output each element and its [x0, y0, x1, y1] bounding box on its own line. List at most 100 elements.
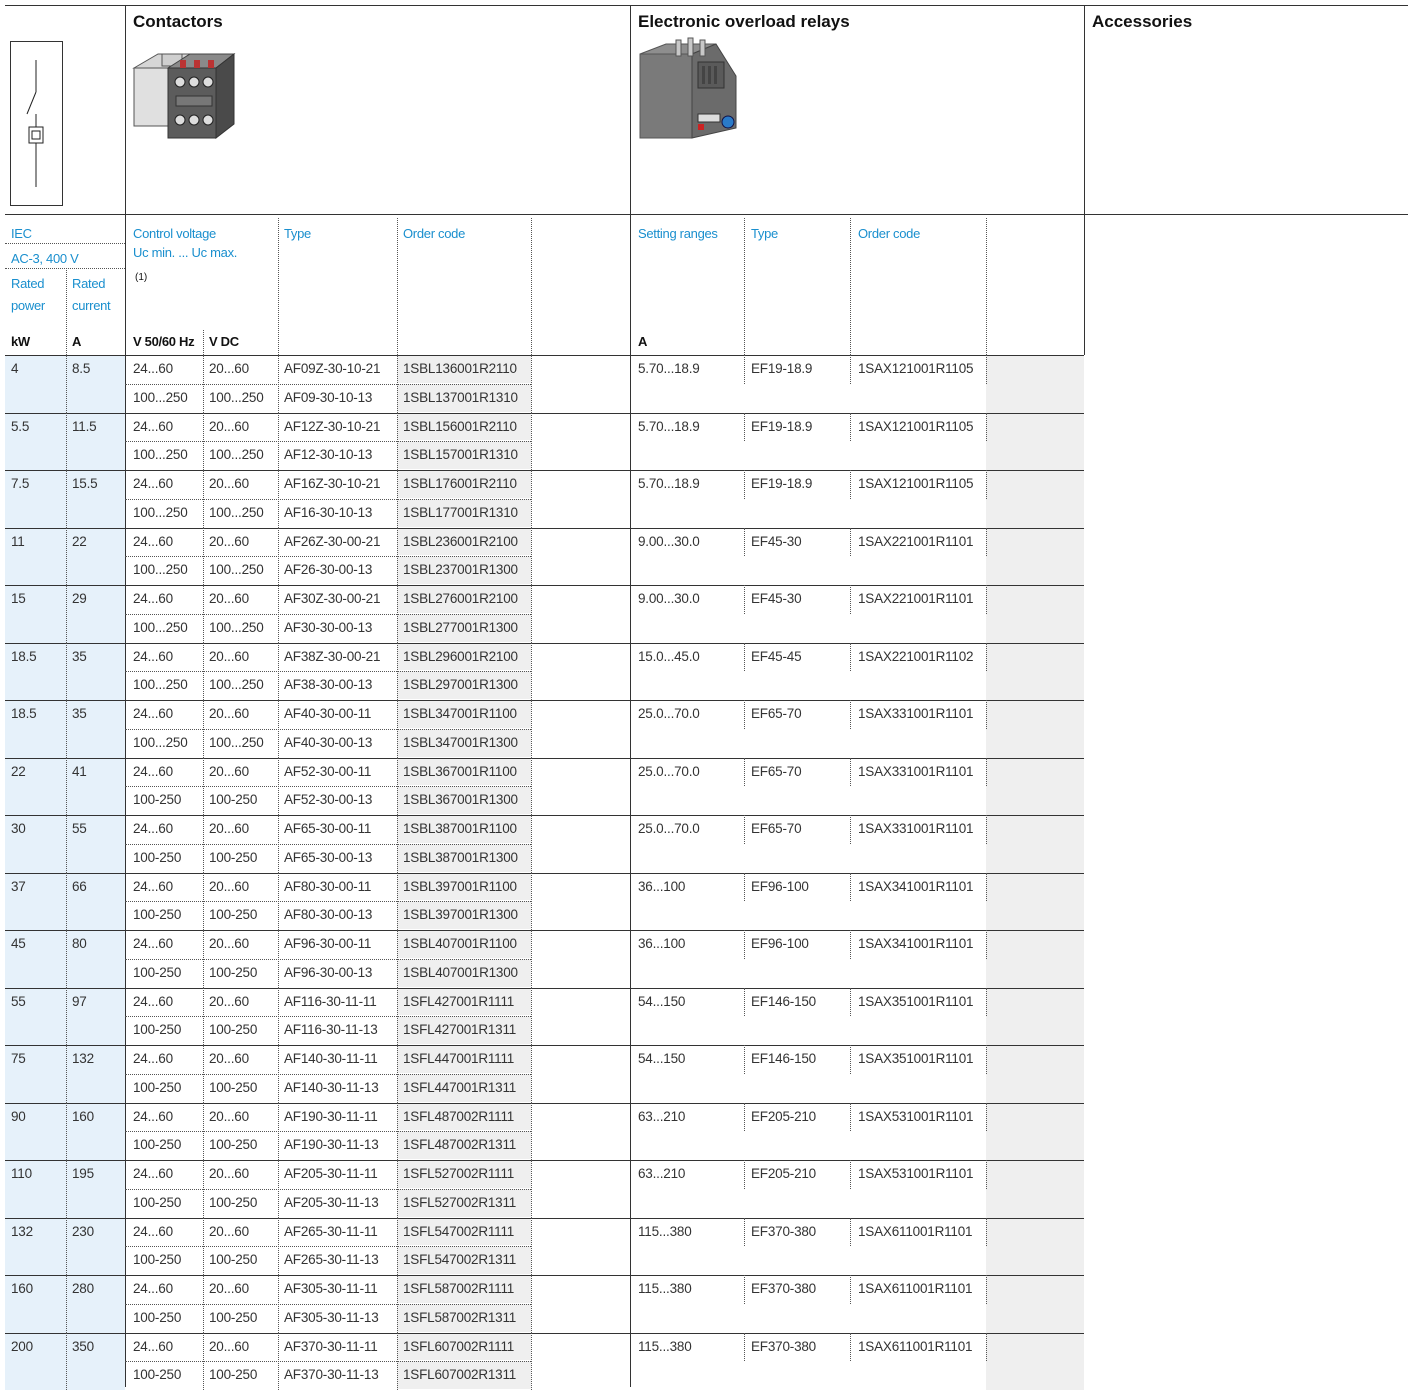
rated-power-cell: 18.5: [11, 706, 36, 722]
col-sep: [850, 1103, 851, 1132]
relay-code-cell: 1SAX531001R1101: [858, 1166, 973, 1182]
setting-range-cell: 25.0...70.0: [638, 821, 700, 837]
col-sep: [986, 470, 987, 499]
col-sep: [531, 585, 532, 643]
col-sep: [986, 585, 987, 614]
setting-range-cell: 63...210: [638, 1166, 685, 1182]
voltage-ac-cell: 24...60: [133, 419, 173, 435]
row-rule: [5, 1045, 1084, 1046]
voltage-dc-cell: 100-250: [209, 1252, 257, 1268]
rated-current-cell: 195: [72, 1166, 94, 1182]
col-sep: [531, 1160, 532, 1218]
col-sep: [850, 355, 851, 384]
col-sep: [66, 873, 67, 931]
sub-row-rule: [125, 844, 531, 845]
rated-current-cell: 35: [72, 706, 87, 722]
sub-row-rule: [125, 1131, 531, 1132]
contactor-code-cell: 1SFL487002R1311: [403, 1137, 516, 1153]
voltage-ac-cell: 24...60: [133, 879, 173, 895]
col-sep: [986, 413, 987, 442]
voltage-ac-cell: 24...60: [133, 994, 173, 1010]
col-sep: [278, 585, 279, 643]
rated-power-cell: 132: [11, 1224, 33, 1240]
rated-current-cell: 230: [72, 1224, 94, 1240]
row-band-iec: [5, 355, 125, 413]
col-sep: [744, 470, 745, 499]
row-rule: [5, 988, 1084, 989]
voltage-ac-cell: 24...60: [133, 361, 173, 377]
voltage-dc-cell: 100-250: [209, 907, 257, 923]
col-sep: [986, 1160, 987, 1189]
voltage-dc-cell: 20...60: [209, 361, 249, 377]
relay-code-cell: 1SAX121001R1105: [858, 361, 973, 377]
setting-range-cell: 25.0...70.0: [638, 764, 700, 780]
col-sep: [531, 1218, 532, 1276]
voltage-dc-cell: 100-250: [209, 1195, 257, 1211]
col-sep: [66, 1333, 67, 1390]
row-rule: [5, 585, 1084, 586]
voltage-ac-cell: 24...60: [133, 649, 173, 665]
contactor-code-cell: 1SBL387001R1300: [403, 850, 518, 866]
contactor-type-cell: AF30-30-00-13: [284, 620, 372, 636]
voltage-dc-cell: 100-250: [209, 850, 257, 866]
row-rule: [5, 930, 1084, 931]
col-sep: [203, 1103, 204, 1161]
relay-type-cell: EF45-45: [751, 649, 801, 665]
contactor-type-cell: AF38-30-00-13: [284, 677, 372, 693]
col-sep: [850, 815, 851, 844]
contactor-code-cell: 1SFL607002R1111: [403, 1339, 514, 1355]
voltage-ac-cell: 100-250: [133, 792, 181, 808]
relay-type-cell: EF19-18.9: [751, 419, 812, 435]
voltage-ac-cell: 24...60: [133, 534, 173, 550]
row-rule: [5, 1103, 1084, 1104]
col-sep: [397, 1218, 398, 1276]
row-band-relay: [986, 528, 1084, 586]
col-sep: [66, 988, 67, 1046]
voltage-dc-cell: 20...60: [209, 821, 249, 837]
rated-power-cell: 55: [11, 994, 26, 1010]
contactor-code-cell: 1SFL547002R1311: [403, 1252, 516, 1268]
sub-row-rule: [125, 614, 531, 615]
contactor-code-cell: 1SBL236001R2100: [403, 534, 518, 550]
sub-row-rule: [125, 901, 531, 902]
col-sep: [744, 413, 745, 442]
voltage-dc-cell: 100...250: [209, 505, 264, 521]
col-sep: [744, 758, 745, 787]
voltage-ac-cell: 24...60: [133, 1224, 173, 1240]
voltage-ac-cell: 100-250: [133, 1367, 181, 1383]
contactor-code-cell: 1SBL136001R2110: [403, 361, 517, 377]
rated-power-cell: 15: [11, 591, 26, 607]
col-sep: [531, 873, 532, 931]
contactor-type-cell: AF40-30-00-13: [284, 735, 372, 751]
contactor-type-cell: AF140-30-11-13: [284, 1080, 379, 1096]
relay-type-cell: EF370-380: [751, 1339, 816, 1355]
setting-range-cell: 9.00...30.0: [638, 534, 700, 550]
row-rule: [5, 643, 1084, 644]
row-rule: [5, 700, 1084, 701]
col-sep: [203, 1045, 204, 1103]
sub-row-rule: [125, 1246, 531, 1247]
col-sep: [203, 758, 204, 816]
row-band-relay: [986, 1275, 1084, 1333]
row-rule: [5, 470, 1084, 471]
contactor-code-cell: 1SBL156001R2110: [403, 419, 517, 435]
col-sep: [66, 413, 67, 471]
sub-row-rule: [125, 1361, 531, 1362]
relay-type-cell: EF65-70: [751, 706, 801, 722]
voltage-dc-cell: 100...250: [209, 562, 264, 578]
col-sep: [986, 930, 987, 959]
voltage-ac-cell: 100-250: [133, 1080, 181, 1096]
row-band-relay: [986, 700, 1084, 758]
voltage-dc-cell: 20...60: [209, 936, 249, 952]
row-band-relay: [986, 643, 1084, 701]
voltage-ac-cell: 100...250: [133, 735, 188, 751]
voltage-dc-cell: 100-250: [209, 965, 257, 981]
col-sep: [531, 758, 532, 816]
col-sep: [850, 1333, 851, 1362]
contactor-code-cell: 1SBL367001R1100: [403, 764, 517, 780]
row-band-relay: [986, 1333, 1084, 1390]
col-sep: [397, 470, 398, 528]
voltage-dc-cell: 20...60: [209, 879, 249, 895]
col-sep: [986, 700, 987, 729]
rated-current-cell: 22: [72, 534, 87, 550]
